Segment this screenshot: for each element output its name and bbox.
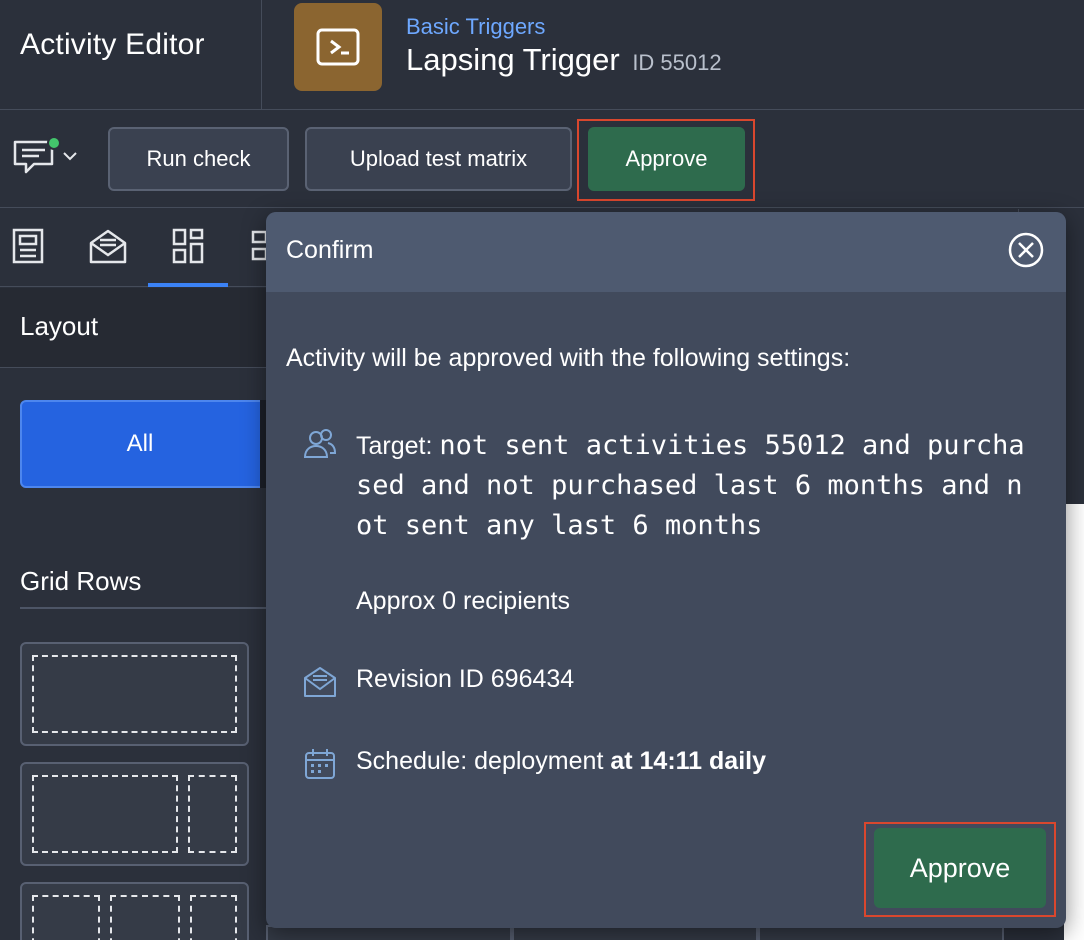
dialog-header: Confirm [266,212,1066,292]
activity-id: ID 55012 [632,50,722,75]
grid-cell [32,895,100,940]
layout-title: Layout [20,311,99,341]
schedule-prefix: Schedule: deployment [356,747,604,775]
close-button[interactable] [1006,232,1046,272]
comments-button[interactable] [12,136,88,180]
approve-button[interactable]: Approve [588,127,745,191]
users-icon [302,426,338,462]
grid-rows-title: Grid Rows [20,566,142,596]
schedule-summary: Schedule: deployment at 14:11 daily [356,747,766,776]
activity-name: Lapsing Trigger ID 55012 [406,42,722,78]
email-icon [302,664,338,700]
grid-row-three-columns[interactable] [20,882,249,940]
target-label: Target: [356,432,433,460]
tab-email[interactable] [68,209,148,287]
layout-section-header: Layout [0,288,266,368]
grid-cell [32,655,237,733]
email-icon [88,227,128,270]
app-title: Activity Editor [20,28,205,61]
grid-cell [188,775,237,853]
message-forward-icon [294,3,382,91]
tab-document[interactable] [0,209,68,287]
schedule-time: at 14:11 daily [610,747,766,775]
layout-grid-icon [171,227,205,270]
preview-canvas-edge [1064,504,1084,940]
confirm-approve-button[interactable]: Approve [874,828,1046,908]
dialog-title: Confirm [286,236,374,264]
tab-layout[interactable] [148,209,228,287]
app-header: Activity Editor Basic Triggers Lapsing T… [0,0,1084,110]
target-summary: Target: not sent activities 55012 and pu… [356,426,1036,546]
document-icon [11,227,45,270]
run-check-button[interactable]: Run check [108,127,289,191]
activity-name-text: Lapsing Trigger [406,42,620,77]
status-dot [47,136,61,150]
recipient-count: Approx 0 recipients [356,587,571,615]
close-icon [1007,231,1045,274]
dialog-intro: Activity will be approved with the follo… [286,344,851,372]
breadcrumb[interactable]: Basic Triggers [406,14,545,40]
grid-row-one-column[interactable] [20,642,249,746]
target-expression: not sent activities 55012 and purchased … [356,430,1025,541]
toolbar: Run check Upload test matrix Approve [0,110,1084,208]
section-divider [20,607,270,609]
filter-all-button[interactable]: All [20,400,266,488]
editor-tabbar [0,209,268,287]
grid-cell [110,895,180,940]
revision-id: Revision ID 696434 [356,665,575,693]
confirm-dialog: Confirm Activity will be approved with t… [266,212,1066,928]
upload-test-matrix-button[interactable]: Upload test matrix [305,127,572,191]
grid-row-two-columns[interactable] [20,762,249,866]
blocks-icon [250,227,268,270]
calendar-icon [302,746,338,782]
active-tab-indicator [148,283,228,287]
grid-cell [190,895,237,940]
header-divider [261,0,262,110]
grid-cell [32,775,178,853]
chevron-down-icon [62,149,78,167]
